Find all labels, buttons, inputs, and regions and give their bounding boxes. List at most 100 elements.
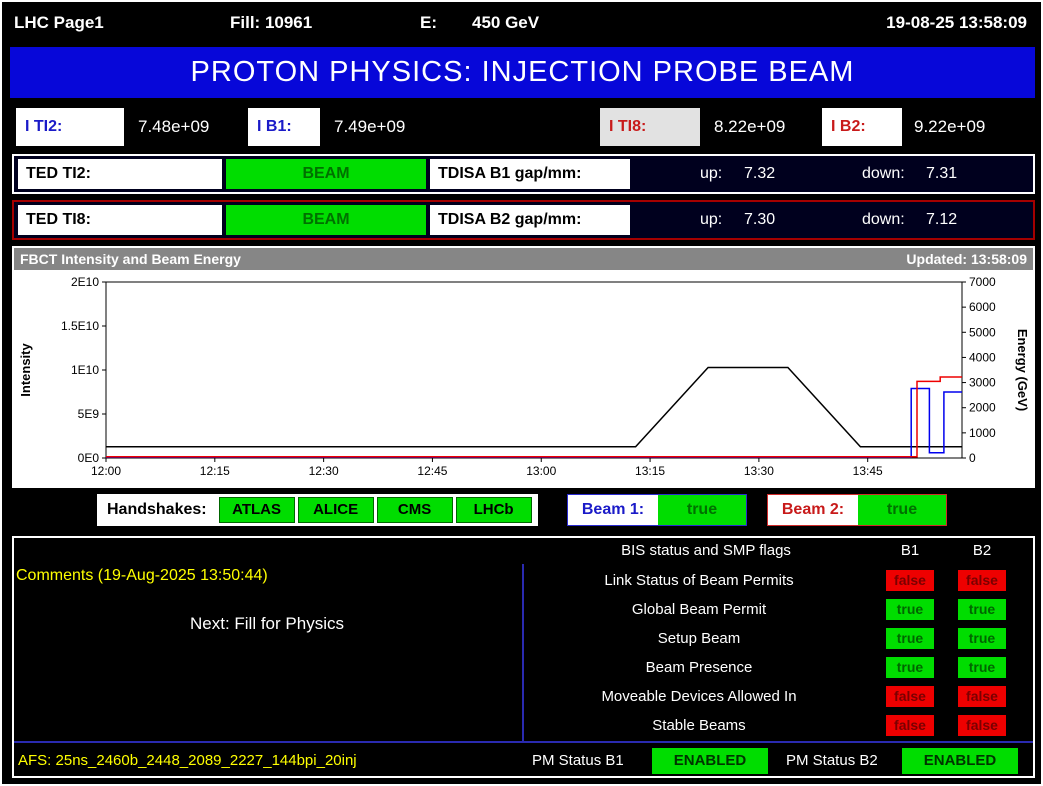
svg-text:7000: 7000 — [969, 275, 996, 289]
bis-row: Stable Beamsfalsefalse — [14, 711, 1033, 740]
page-mode-banner: PROTON PHYSICS: INJECTION PROBE BEAM — [10, 47, 1035, 98]
tdisa-b1-down-label: down: — [862, 156, 905, 192]
handshake-atlas: ATLAS — [219, 497, 295, 523]
bis-flag-b1: true — [886, 628, 934, 649]
tdisa-b1-label: TDISA B1 gap/mm: — [430, 159, 630, 189]
chart-header: FBCT Intensity and Beam Energy Updated: … — [14, 248, 1033, 270]
svg-text:13:30: 13:30 — [744, 464, 774, 478]
banner-title: PROTON PHYSICS: INJECTION PROBE BEAM — [191, 56, 855, 88]
intensity-label-ti8: I TI8: — [600, 108, 700, 146]
ted-ti8-status: BEAM — [226, 205, 426, 235]
handshakes-label: Handshakes: — [97, 501, 219, 519]
fbct-intensity-energy-chart: 12:00 12:15 12:30 12:45 13:00 13:15 13:30 13:45… — [14, 270, 1033, 486]
svg-text:0: 0 — [969, 451, 976, 465]
bottom-panel: BIS status and SMP flags B1 B2 Comments … — [12, 536, 1035, 778]
bis-row-label: Setup Beam — [522, 624, 876, 653]
beam2-status-value: true — [858, 495, 946, 525]
bis-row-label: Stable Beams — [522, 711, 876, 740]
bis-flag-b1: true — [886, 657, 934, 678]
ted-ti8-label: TED TI8: — [18, 205, 222, 235]
beam2-label: Beam 2: — [768, 495, 858, 525]
bis-flag-b1: false — [886, 686, 934, 707]
pm-status-b1-label: PM Status B1 — [532, 746, 624, 776]
svg-text:4000: 4000 — [969, 350, 996, 364]
ted-ti8-row: TED TI8: BEAM TDISA B2 gap/mm: up: 7.30 … — [12, 200, 1035, 240]
bis-smp-title: BIS status and SMP flags — [522, 542, 890, 559]
intensity-label-ti2: I TI2: — [16, 108, 124, 146]
bis-flag-b2: true — [958, 599, 1006, 620]
svg-text:5000: 5000 — [969, 325, 996, 339]
pm-status-b1-value: ENABLED — [652, 748, 768, 774]
fill-number: Fill: 10961 — [230, 13, 312, 33]
tdisa-b2-down-value: 7.12 — [926, 202, 957, 238]
afs-filling-scheme: AFS: 25ns_2460b_2448_2089_2227_144bpi_20… — [18, 746, 357, 776]
svg-text:12:00: 12:00 — [91, 464, 121, 478]
tdisa-b2-up-value: 7.30 — [744, 202, 775, 238]
energy-value: 450 GeV — [472, 13, 539, 33]
intensity-value-b2: 9.22e+09 — [914, 108, 985, 146]
ted-ti2-row: TED TI2: BEAM TDISA B1 gap/mm: up: 7.32 … — [12, 154, 1035, 194]
svg-text:12:15: 12:15 — [200, 464, 230, 478]
bis-row: Link Status of Beam Permits false false — [14, 566, 1033, 595]
tdisa-b2-down-label: down: — [862, 202, 905, 238]
bis-flag-b2: false — [958, 686, 1006, 707]
bis-column-b1: B1 — [886, 542, 934, 559]
tdisa-b2-label: TDISA B2 gap/mm: — [430, 205, 630, 235]
bis-flag-b2: true — [958, 628, 1006, 649]
svg-text:0E0: 0E0 — [78, 451, 100, 465]
svg-text:5E9: 5E9 — [78, 407, 100, 421]
bis-flag-b2: false — [958, 715, 1006, 736]
chart-updated-timestamp: Updated: 13:58:09 — [906, 248, 1027, 270]
svg-text:13:45: 13:45 — [853, 464, 883, 478]
handshake-cms: CMS — [377, 497, 453, 523]
bis-row: Global Beam Permit true true — [14, 595, 1033, 624]
datetime: 19-08-25 13:58:09 — [886, 13, 1027, 33]
svg-text:12:30: 12:30 — [309, 464, 339, 478]
tdisa-b1-up-value: 7.32 — [744, 156, 775, 192]
app-title: LHC Page1 — [14, 13, 104, 33]
svg-text:1E10: 1E10 — [71, 363, 99, 377]
ted-ti2-status: BEAM — [226, 159, 426, 189]
bis-row: Beam Presencetruetrue — [14, 653, 1033, 682]
handshake-items: ATLASALICECMSLHCb — [219, 497, 535, 523]
tdisa-b2-up-label: up: — [700, 202, 722, 238]
handshake-alice: ALICE — [298, 497, 374, 523]
bis-row-label: Global Beam Permit — [522, 595, 876, 624]
beam1-status-value: true — [658, 495, 746, 525]
bis-row: Setup Beam true true — [14, 624, 1033, 653]
svg-text:1000: 1000 — [969, 426, 996, 440]
svg-text:12:45: 12:45 — [417, 464, 447, 478]
beam1-label: Beam 1: — [568, 495, 658, 525]
bis-flag-b1: true — [886, 599, 934, 620]
svg-text:13:15: 13:15 — [635, 464, 665, 478]
bis-row-label: Link Status of Beam Permits — [522, 566, 876, 595]
handshake-lhcb: LHCb — [456, 497, 532, 523]
intensity-value-ti2: 7.48e+09 — [138, 108, 209, 146]
svg-text:2000: 2000 — [969, 401, 996, 415]
panel-divider-horizontal — [14, 741, 1033, 743]
beam1-status-group: Beam 1: true — [567, 494, 747, 526]
bis-flag-b2: false — [958, 570, 1006, 591]
lhc-page1-screen: LHC Page1 Fill: 10961 E: 450 GeV 19-08-2… — [0, 0, 1043, 786]
energy-label: E: — [420, 13, 437, 33]
beam2-status-group: Beam 2: true — [767, 494, 947, 526]
tdisa-b1-up-label: up: — [700, 156, 722, 192]
svg-text:Energy (GeV): Energy (GeV) — [1015, 329, 1030, 411]
pm-status-b2-label: PM Status B2 — [786, 746, 878, 776]
svg-text:2E10: 2E10 — [71, 275, 99, 289]
ted-ti2-label: TED TI2: — [18, 159, 222, 189]
svg-text:13:00: 13:00 — [526, 464, 556, 478]
bis-flag-b1: false — [886, 570, 934, 591]
intensity-value-b1: 7.49e+09 — [334, 108, 405, 146]
svg-text:Intensity: Intensity — [18, 343, 33, 397]
intensity-label-b2: I B2: — [822, 108, 902, 146]
bis-row-label: Moveable Devices Allowed In — [522, 682, 876, 711]
fbct-chart-panel: FBCT Intensity and Beam Energy Updated: … — [12, 246, 1035, 488]
bis-row-label: Beam Presence — [522, 653, 876, 682]
bis-column-b2: B2 — [958, 542, 1006, 559]
handshakes-group: Handshakes: ATLASALICECMSLHCb — [97, 494, 538, 526]
intensity-label-b1: I B1: — [248, 108, 320, 146]
chart-title: FBCT Intensity and Beam Energy — [20, 248, 241, 270]
intensity-value-ti8: 8.22e+09 — [714, 108, 785, 146]
svg-text:3000: 3000 — [969, 376, 996, 390]
